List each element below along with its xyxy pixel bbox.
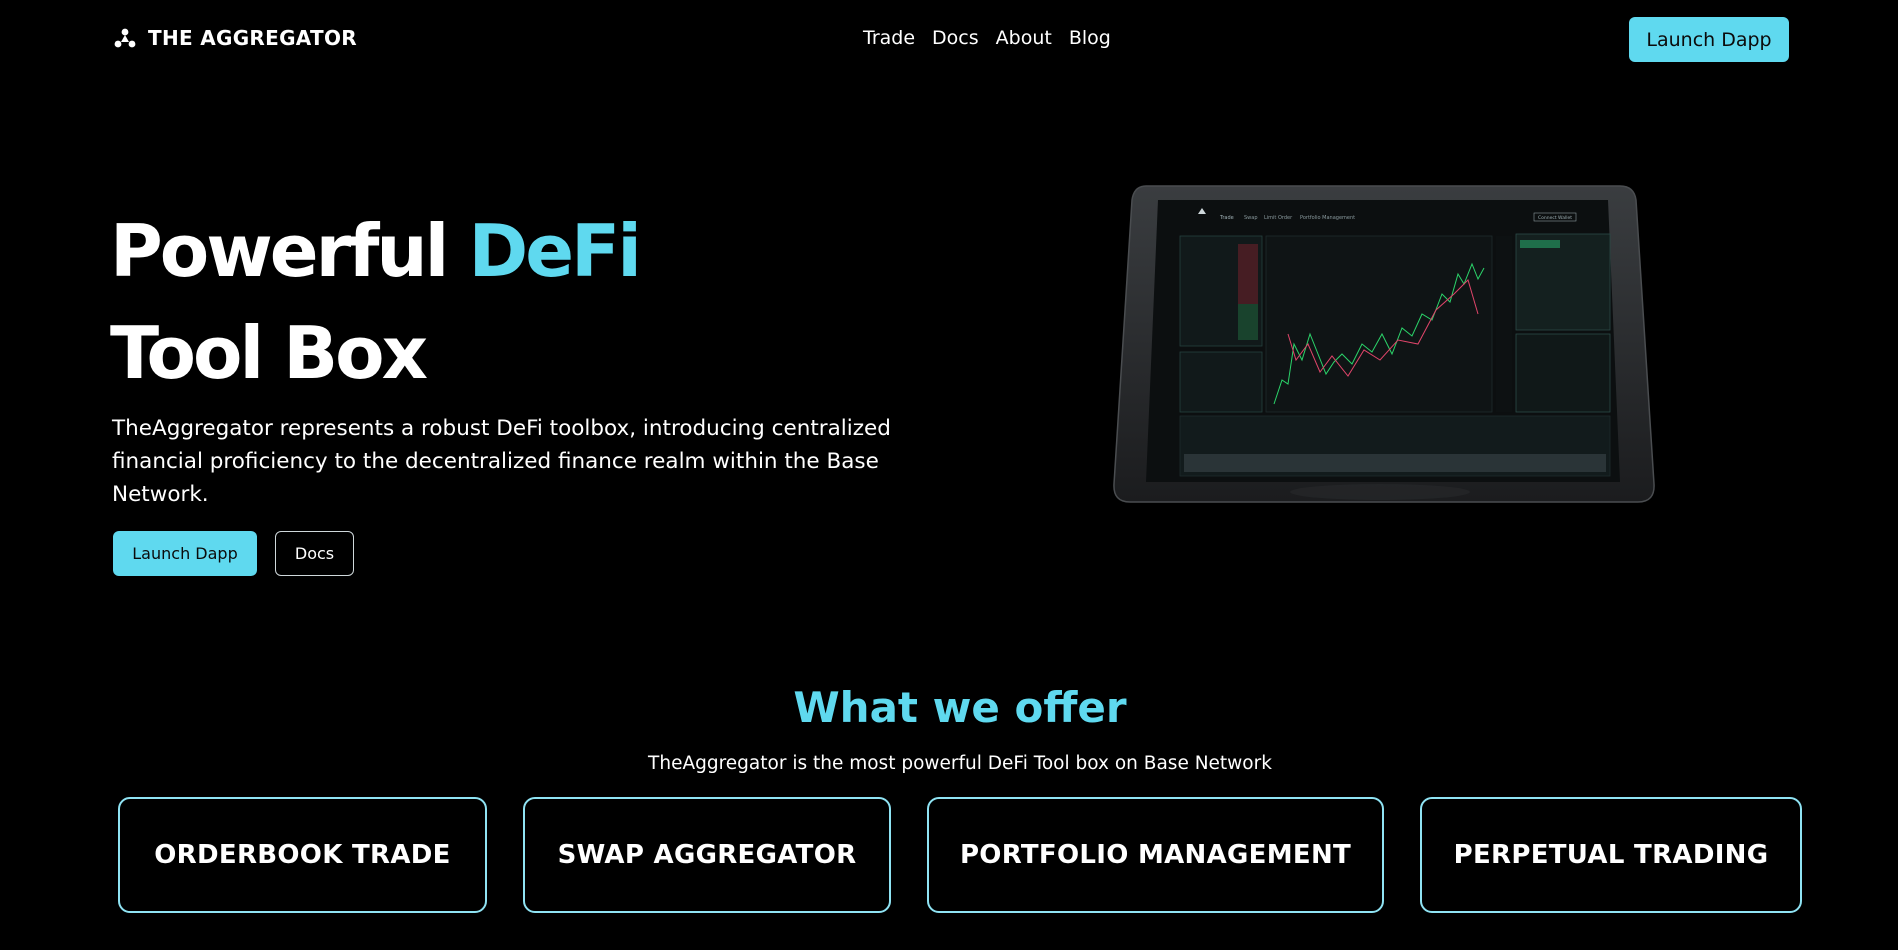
tablet-mockup-image: Trade Swap Limit Order Portfolio Managem…	[1113, 185, 1655, 503]
hero-title-word: Powerful	[110, 209, 449, 293]
brand-logo[interactable]: THE AGGREGATOR	[114, 26, 357, 50]
nav-link-docs[interactable]: Docs	[932, 27, 979, 49]
hero-launch-dapp-button[interactable]: Launch Dapp	[113, 531, 257, 576]
screen-tab-limit: Limit Order	[1264, 215, 1293, 221]
hero-docs-button[interactable]: Docs	[275, 531, 354, 576]
nav-launch-dapp-button[interactable]: Launch Dapp	[1629, 17, 1789, 62]
offer-card-orderbook[interactable]: ORDERBOOK TRADE	[118, 797, 487, 913]
hero-actions: Launch Dapp Docs	[113, 531, 354, 576]
aggregator-logo-icon	[114, 28, 136, 48]
hero-title-accent: DeFi	[468, 209, 641, 293]
brand-name: THE AGGREGATOR	[148, 26, 357, 50]
nav-link-trade[interactable]: Trade	[863, 27, 915, 49]
screen-tab-trade: Trade	[1219, 215, 1234, 221]
nav-link-blog[interactable]: Blog	[1069, 27, 1111, 49]
top-navbar: THE AGGREGATOR Trade Docs About Blog Lau…	[0, 0, 1898, 78]
offer-section-subtitle: TheAggregator is the most powerful DeFi …	[648, 753, 1272, 774]
hero-description: TheAggregator represents a robust DeFi t…	[112, 416, 891, 507]
offer-card-portfolio[interactable]: PORTFOLIO MANAGEMENT	[927, 797, 1384, 913]
screen-tab-portfolio: Portfolio Management	[1300, 215, 1355, 221]
hero-title-line2: Tool Box	[110, 311, 428, 395]
screen-tab-swap: Swap	[1244, 215, 1258, 221]
nav-links: Trade Docs About Blog	[863, 27, 1111, 49]
offer-card-swap[interactable]: SWAP AGGREGATOR	[523, 797, 891, 913]
nav-link-about[interactable]: About	[996, 27, 1052, 49]
offer-section-title: What we offer	[793, 683, 1127, 732]
screen-connect-wallet: Connect Wallet	[1538, 215, 1572, 221]
hero-title: Powerful DeFi Tool Box	[110, 200, 642, 404]
offer-card-perpetual[interactable]: PERPETUAL TRADING	[1420, 797, 1802, 913]
